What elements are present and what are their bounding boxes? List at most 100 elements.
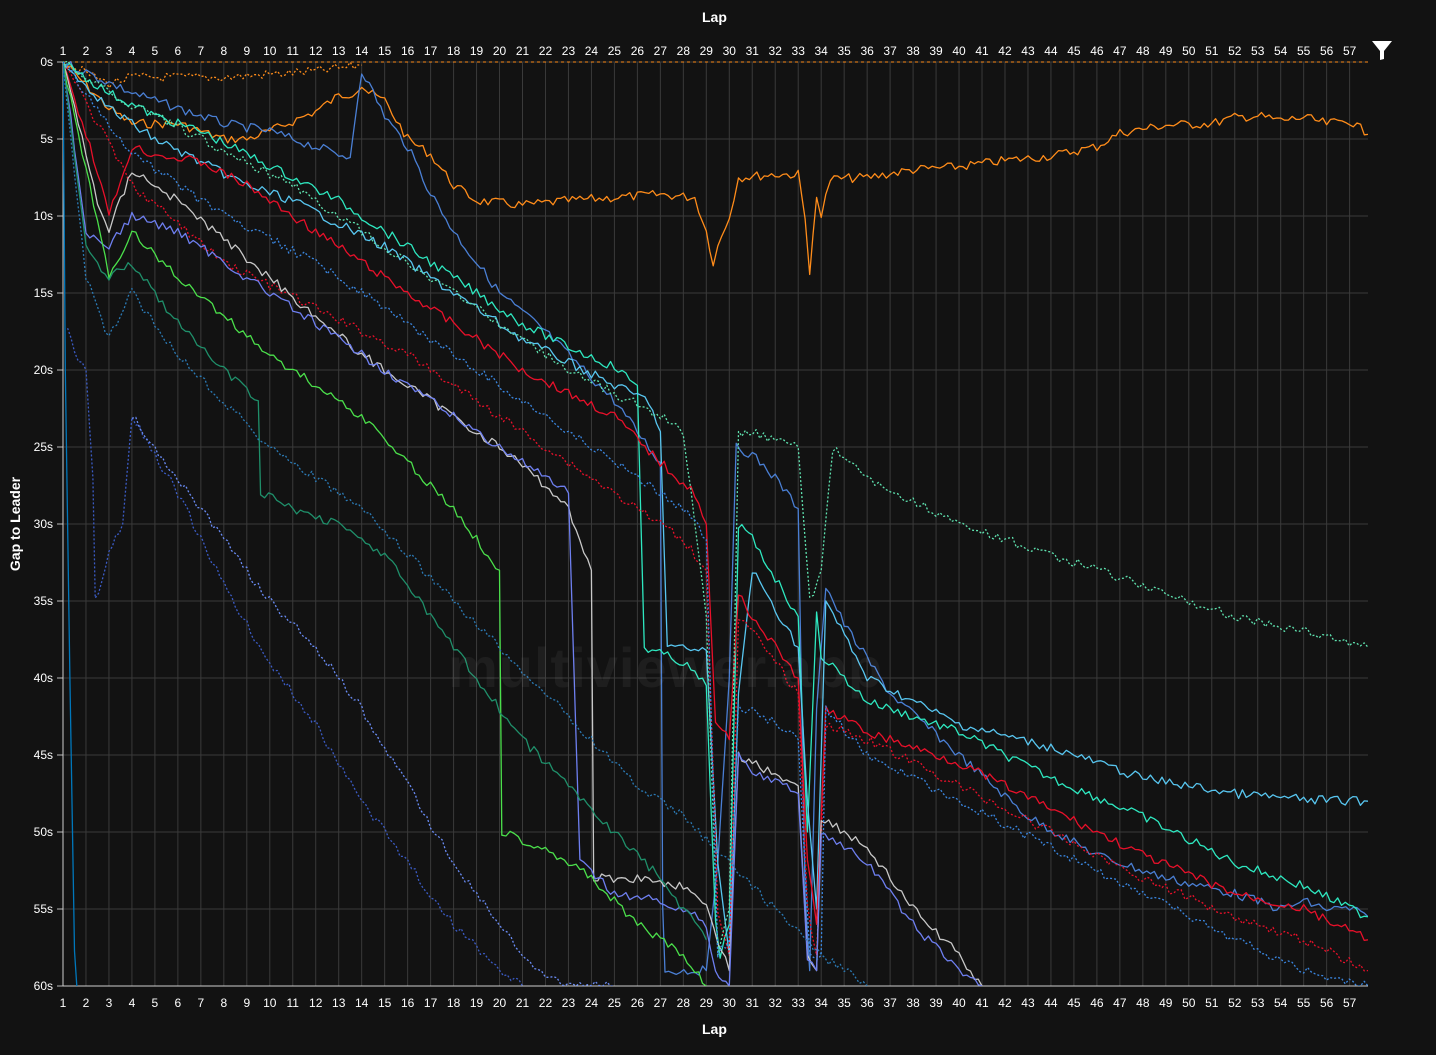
x-tick-label-top: 16 bbox=[401, 44, 415, 58]
y-tick-label: 60s bbox=[34, 979, 53, 993]
x-tick-label-top: 3 bbox=[106, 44, 113, 58]
x-tick-label-bottom: 37 bbox=[883, 996, 897, 1010]
x-tick-label-top: 13 bbox=[332, 44, 346, 58]
x-tick-label-top: 30 bbox=[723, 44, 737, 58]
x-tick-label-bottom: 43 bbox=[1021, 996, 1035, 1010]
filter-icon bbox=[1372, 41, 1392, 60]
x-tick-label-bottom: 52 bbox=[1228, 996, 1242, 1010]
x-tick-label-top: 54 bbox=[1274, 44, 1288, 58]
x-tick-label-top: 41 bbox=[975, 44, 989, 58]
x-tick-label-bottom: 15 bbox=[378, 996, 392, 1010]
x-tick-label-top: 21 bbox=[516, 44, 530, 58]
x-tick-label-top: 53 bbox=[1251, 44, 1265, 58]
x-tick-label-bottom: 32 bbox=[769, 996, 783, 1010]
x-tick-label-bottom: 30 bbox=[723, 996, 737, 1010]
x-tick-label-top: 18 bbox=[447, 44, 461, 58]
x-tick-label-bottom: 11 bbox=[287, 996, 300, 1010]
x-tick-label-top: 48 bbox=[1136, 44, 1150, 58]
x-tick-label-top: 57 bbox=[1343, 44, 1357, 58]
x-tick-label-bottom: 14 bbox=[355, 996, 369, 1010]
x-tick-label-top: 23 bbox=[562, 44, 576, 58]
x-tick-label-bottom: 27 bbox=[654, 996, 668, 1010]
filter-button[interactable] bbox=[1370, 38, 1394, 62]
y-tick-label: 0s bbox=[40, 55, 53, 69]
x-tick-label-bottom: 3 bbox=[106, 996, 113, 1010]
x-tick-label-bottom: 23 bbox=[562, 996, 576, 1010]
x-tick-label-bottom: 17 bbox=[424, 996, 438, 1010]
x-tick-label-bottom: 41 bbox=[975, 996, 989, 1010]
y-tick-label: 40s bbox=[34, 671, 53, 685]
x-axis-title-top: Lap bbox=[702, 9, 727, 25]
series-line bbox=[63, 62, 1368, 956]
x-tick-label-bottom: 46 bbox=[1090, 996, 1104, 1010]
x-tick-label-bottom: 36 bbox=[860, 996, 874, 1010]
y-tick-label: 10s bbox=[34, 209, 53, 223]
x-tick-label-bottom: 10 bbox=[263, 996, 277, 1010]
y-tick-label: 25s bbox=[34, 440, 53, 454]
x-tick-label-bottom: 2 bbox=[83, 996, 90, 1010]
series-line bbox=[131, 416, 615, 986]
gap-to-leader-chart: 1 1 2 2 3 3 4 4 5 5 6 6 7 7 8 8 9 9 10 10 11 11 12 12 13 13 14 14 15… bbox=[0, 0, 1436, 1050]
x-tick-label-bottom: 12 bbox=[309, 996, 323, 1010]
x-tick-label-top: 9 bbox=[243, 44, 250, 58]
x-tick-label-top: 11 bbox=[287, 44, 300, 58]
x-tick-label-top: 49 bbox=[1159, 44, 1173, 58]
x-tick-label-bottom: 31 bbox=[746, 996, 760, 1010]
y-tick-label: 50s bbox=[34, 825, 53, 839]
y-axis-title: Gap to Leader bbox=[7, 476, 24, 572]
y-tick-label: 15s bbox=[34, 286, 53, 300]
y-tick-label: 55s bbox=[34, 902, 53, 916]
x-tick-label-top: 29 bbox=[700, 44, 714, 58]
x-tick-label-top: 42 bbox=[998, 44, 1012, 58]
x-tick-label-bottom: 8 bbox=[220, 996, 227, 1010]
x-tick-label-top: 27 bbox=[654, 44, 668, 58]
x-tick-label-top: 55 bbox=[1297, 44, 1311, 58]
x-tick-label-bottom: 55 bbox=[1297, 996, 1311, 1010]
x-tick-label-top: 22 bbox=[539, 44, 553, 58]
x-tick-label-top: 33 bbox=[792, 44, 806, 58]
x-tick-label-bottom: 49 bbox=[1159, 996, 1173, 1010]
y-tick-label: 5s bbox=[40, 132, 53, 146]
x-tick-label-top: 52 bbox=[1228, 44, 1242, 58]
x-tick-label-top: 15 bbox=[378, 44, 392, 58]
x-tick-label-top: 12 bbox=[309, 44, 323, 58]
x-tick-label-bottom: 16 bbox=[401, 996, 415, 1010]
x-tick-label-top: 47 bbox=[1113, 44, 1127, 58]
x-tick-label-bottom: 34 bbox=[815, 996, 829, 1010]
y-tick-label: 45s bbox=[34, 748, 53, 762]
x-tick-label-top: 1 bbox=[60, 44, 67, 58]
x-tick-label-bottom: 35 bbox=[837, 996, 851, 1010]
x-tick-label-top: 51 bbox=[1205, 44, 1219, 58]
x-tick-label-bottom: 44 bbox=[1044, 996, 1058, 1010]
x-tick-label-bottom: 56 bbox=[1320, 996, 1334, 1010]
x-tick-label-top: 19 bbox=[470, 44, 484, 58]
x-tick-label-bottom: 38 bbox=[906, 996, 920, 1010]
x-tick-label-top: 10 bbox=[263, 44, 277, 58]
x-tick-label-bottom: 54 bbox=[1274, 996, 1288, 1010]
x-tick-label-top: 24 bbox=[585, 44, 599, 58]
x-tick-label-bottom: 9 bbox=[243, 996, 250, 1010]
x-tick-label-bottom: 28 bbox=[677, 996, 691, 1010]
x-tick-label-bottom: 22 bbox=[539, 996, 553, 1010]
x-tick-label-top: 32 bbox=[769, 44, 783, 58]
x-tick-label-top: 36 bbox=[860, 44, 874, 58]
x-tick-label-top: 17 bbox=[424, 44, 438, 58]
x-tick-label-bottom: 6 bbox=[175, 996, 182, 1010]
y-tick-label: 35s bbox=[34, 594, 53, 608]
x-tick-label-bottom: 21 bbox=[516, 996, 530, 1010]
x-tick-label-bottom: 51 bbox=[1205, 996, 1219, 1010]
x-tick-label-top: 45 bbox=[1067, 44, 1081, 58]
series-line bbox=[63, 61, 1368, 276]
x-tick-label-top: 2 bbox=[83, 44, 90, 58]
x-tick-label-bottom: 45 bbox=[1067, 996, 1081, 1010]
x-tick-label-bottom: 19 bbox=[470, 996, 484, 1010]
y-tick-label: 30s bbox=[34, 517, 53, 531]
x-tick-label-top: 4 bbox=[129, 44, 136, 58]
x-tick-label-bottom: 7 bbox=[198, 996, 205, 1010]
x-tick-label-top: 56 bbox=[1320, 44, 1334, 58]
x-tick-label-bottom: 20 bbox=[493, 996, 507, 1010]
x-tick-label-top: 35 bbox=[837, 44, 851, 58]
x-tick-label-bottom: 24 bbox=[585, 996, 599, 1010]
x-tick-label-bottom: 50 bbox=[1182, 996, 1196, 1010]
x-tick-label-bottom: 13 bbox=[332, 996, 346, 1010]
